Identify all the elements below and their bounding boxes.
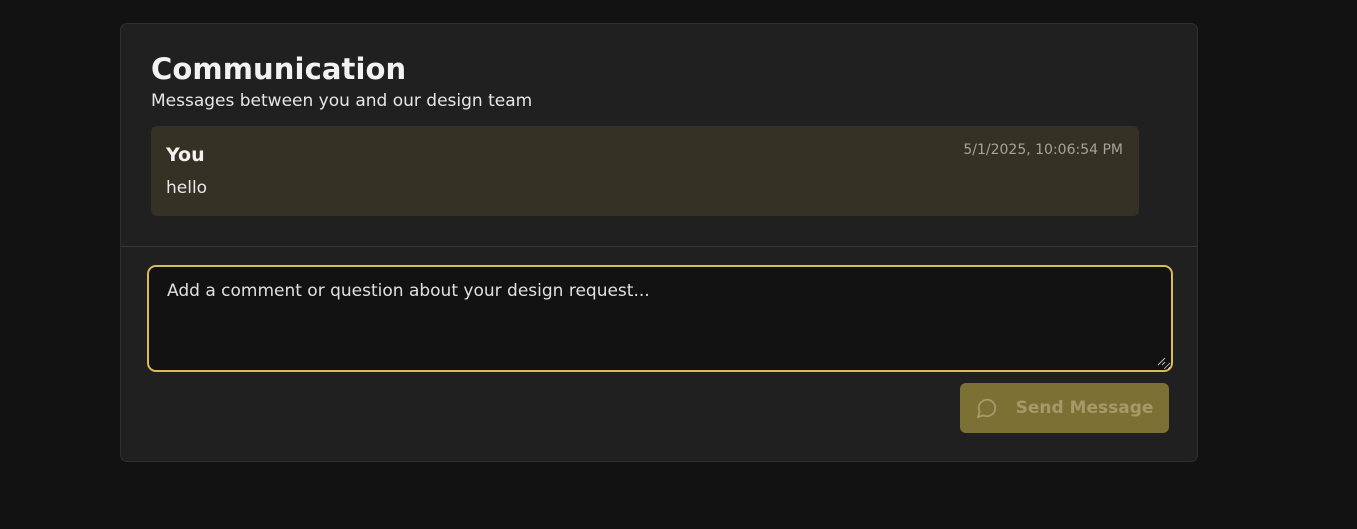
send-message-button[interactable]: Send Message (960, 383, 1169, 433)
message-timestamp: 5/1/2025, 10:06:54 PM (963, 142, 1123, 158)
card-title: Communication (151, 52, 407, 86)
comment-input[interactable] (147, 265, 1173, 372)
message-circle-icon (976, 397, 998, 419)
resize-grip-icon[interactable] (1157, 357, 1166, 366)
card-header: Communication Messages between you and o… (151, 50, 532, 112)
send-message-label: Send Message (1015, 398, 1154, 418)
message-item: You 5/1/2025, 10:06:54 PM hello (151, 126, 1139, 216)
message-author: You (166, 144, 205, 166)
communication-card: Communication Messages between you and o… (120, 23, 1198, 462)
message-body: hello (166, 178, 208, 198)
divider (121, 246, 1197, 247)
card-subtitle: Messages between you and our design team (151, 91, 533, 111)
